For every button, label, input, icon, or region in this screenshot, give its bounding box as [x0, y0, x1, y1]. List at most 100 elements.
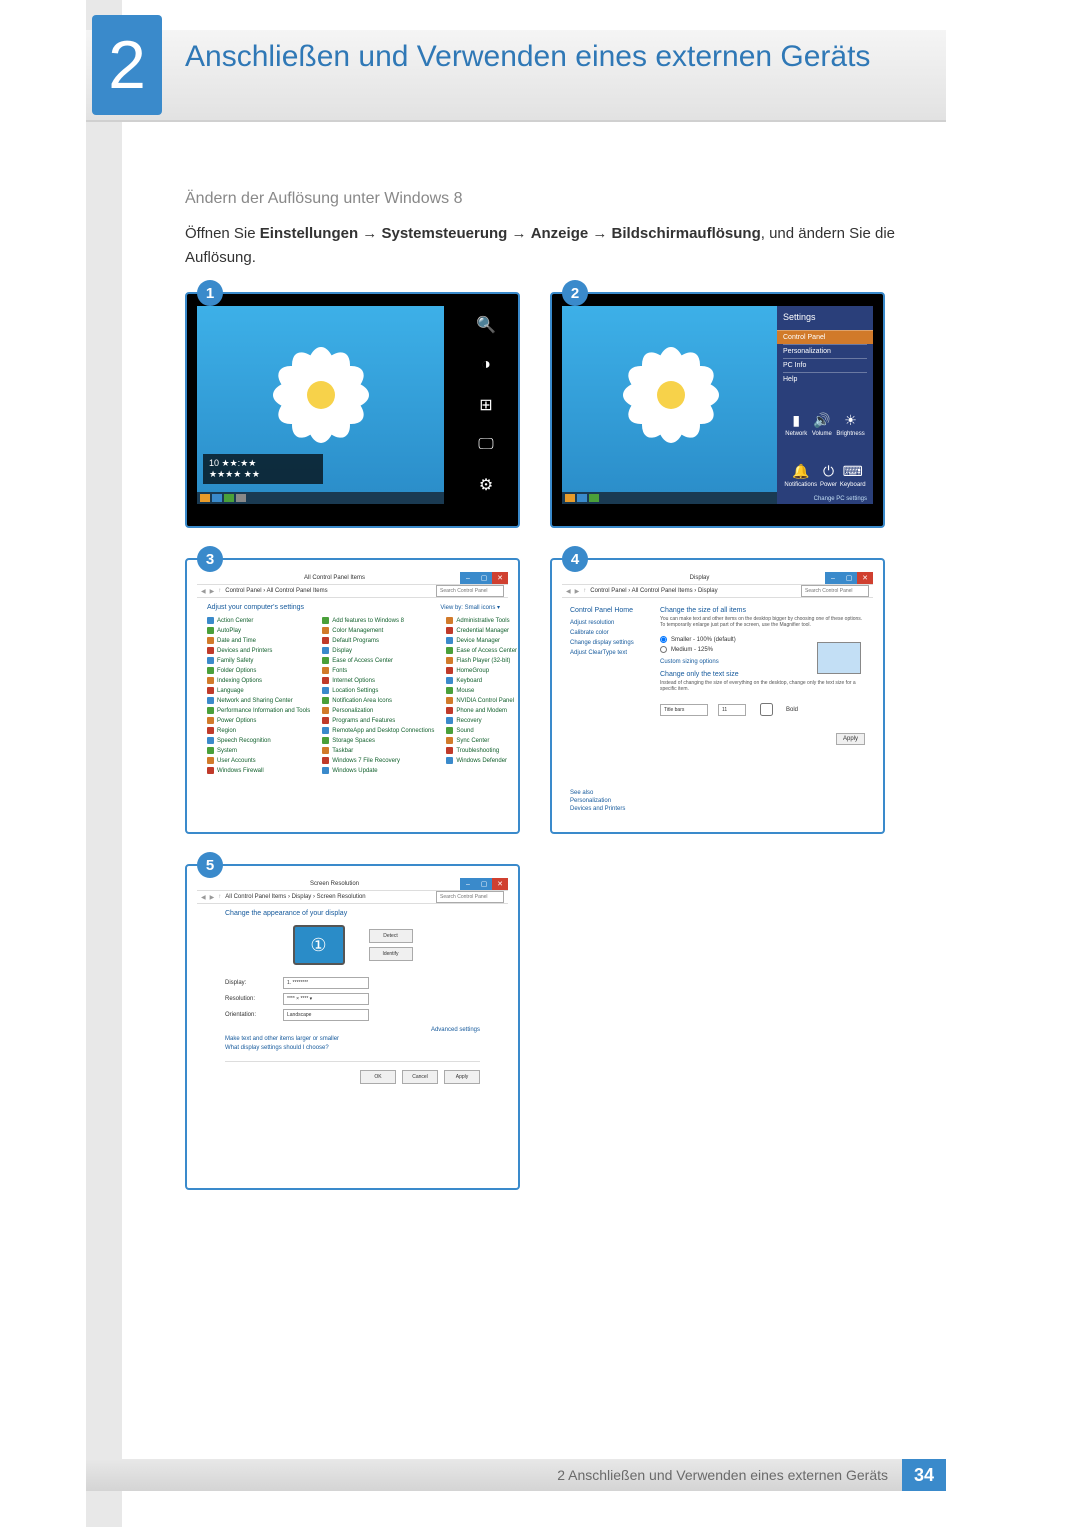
- cp-item[interactable]: Region: [207, 727, 310, 734]
- link-what-settings[interactable]: What display settings should I choose?: [225, 1045, 480, 1051]
- cp-item[interactable]: Mouse: [446, 687, 517, 694]
- see-also-devices[interactable]: Devices and Printers: [570, 806, 625, 812]
- cp-item[interactable]: System: [207, 747, 310, 754]
- cp-item[interactable]: Device Manager: [446, 637, 517, 644]
- maximize-button[interactable]: ▢: [841, 572, 857, 584]
- cp-item[interactable]: Fonts: [322, 667, 434, 674]
- cp-item[interactable]: Network and Sharing Center: [207, 697, 310, 704]
- cp-item[interactable]: Internet Options: [322, 677, 434, 684]
- cp-item[interactable]: Speech Recognition: [207, 737, 310, 744]
- breadcrumb[interactable]: Control Panel › All Control Panel Items: [225, 588, 327, 594]
- cp-item[interactable]: Recovery: [446, 717, 517, 724]
- taskbar-icon[interactable]: [589, 494, 599, 502]
- taskbar[interactable]: [197, 492, 444, 504]
- cp-item[interactable]: Storage Spaces: [322, 737, 434, 744]
- cp-item[interactable]: Folder Options: [207, 667, 310, 674]
- cp-item[interactable]: Taskbar: [322, 747, 434, 754]
- cp-item[interactable]: Sound: [446, 727, 517, 734]
- sidebar-adjust-resolution[interactable]: Adjust resolution: [570, 620, 648, 626]
- cp-item[interactable]: User Accounts: [207, 757, 310, 764]
- taskbar-explorer-icon[interactable]: [577, 494, 587, 502]
- settings-item-personalization[interactable]: Personalization: [783, 344, 867, 358]
- close-button[interactable]: ✕: [492, 878, 508, 890]
- cp-item[interactable]: Personalization: [322, 707, 434, 714]
- cp-item[interactable]: Troubleshooting: [446, 747, 517, 754]
- minimize-button[interactable]: –: [460, 878, 476, 890]
- resolution-select[interactable]: **** × **** ▾: [283, 993, 369, 1005]
- search-input[interactable]: [436, 585, 504, 597]
- cp-item[interactable]: Flash Player (32-bit): [446, 657, 517, 664]
- quick-power[interactable]: ⏻Power: [820, 463, 837, 488]
- quick-keyboard[interactable]: ⌨Keyboard: [840, 463, 866, 488]
- cp-item[interactable]: Add features to Windows 8: [322, 617, 434, 624]
- identify-button[interactable]: Identify: [369, 947, 413, 961]
- sidebar-change-display[interactable]: Change display settings: [570, 640, 648, 646]
- up-icon[interactable]: ↑: [218, 894, 221, 900]
- cp-item[interactable]: Location Settings: [322, 687, 434, 694]
- share-charm-icon[interactable]: ◑: [475, 354, 497, 376]
- see-also-personalization[interactable]: Personalization: [570, 798, 625, 804]
- cp-item[interactable]: Action Center: [207, 617, 310, 624]
- sidebar-calibrate-color[interactable]: Calibrate color: [570, 630, 648, 636]
- cp-item[interactable]: Indexing Options: [207, 677, 310, 684]
- cp-item[interactable]: Administrative Tools: [446, 617, 517, 624]
- bold-checkbox[interactable]: [760, 703, 773, 716]
- advanced-settings-link[interactable]: Advanced settings: [225, 1027, 480, 1033]
- taskbar-explorer-icon[interactable]: [212, 494, 222, 502]
- radio-input[interactable]: [660, 646, 667, 653]
- devices-charm-icon[interactable]: 🖵: [475, 434, 497, 456]
- cp-item[interactable]: Windows Update: [322, 767, 434, 774]
- cp-item[interactable]: Notification Area Icons: [322, 697, 434, 704]
- cp-item[interactable]: NVIDIA Control Panel: [446, 697, 517, 704]
- radio-input[interactable]: [660, 636, 667, 643]
- quick-brightness[interactable]: ☀Brightness: [836, 412, 864, 437]
- back-icon[interactable]: ◀: [566, 588, 571, 595]
- close-button[interactable]: ✕: [492, 572, 508, 584]
- search-charm-icon[interactable]: 🔍: [475, 314, 497, 336]
- maximize-button[interactable]: ▢: [476, 878, 492, 890]
- orientation-select[interactable]: Landscape: [283, 1009, 369, 1021]
- breadcrumb[interactable]: All Control Panel Items › Display › Scre…: [225, 894, 365, 900]
- taskbar[interactable]: [562, 492, 779, 504]
- cp-item[interactable]: Windows Defender: [446, 757, 517, 764]
- minimize-button[interactable]: –: [460, 572, 476, 584]
- minimize-button[interactable]: –: [825, 572, 841, 584]
- settings-charm-icon[interactable]: ⚙: [475, 474, 497, 496]
- monitor-icon[interactable]: ①: [293, 925, 345, 965]
- cp-item[interactable]: Keyboard: [446, 677, 517, 684]
- cp-item[interactable]: Credential Manager: [446, 627, 517, 634]
- taskbar-icon[interactable]: [224, 494, 234, 502]
- cp-item[interactable]: Display: [322, 647, 434, 654]
- taskbar-ie-icon[interactable]: [565, 494, 575, 502]
- search-input[interactable]: [801, 585, 869, 597]
- up-icon[interactable]: ↑: [583, 588, 586, 594]
- breadcrumb[interactable]: Control Panel › All Control Panel Items …: [590, 588, 717, 594]
- display-select[interactable]: 1. ********: [283, 977, 369, 989]
- quick-network[interactable]: ▮Network: [785, 412, 807, 437]
- cp-item[interactable]: Date and Time: [207, 637, 310, 644]
- item-select[interactable]: Title bars: [660, 704, 708, 716]
- detect-button[interactable]: Detect: [369, 929, 413, 943]
- close-button[interactable]: ✕: [857, 572, 873, 584]
- apply-button[interactable]: Apply: [836, 733, 865, 745]
- cp-item[interactable]: Windows 7 File Recovery: [322, 757, 434, 764]
- taskbar-ie-icon[interactable]: [200, 494, 210, 502]
- start-charm-icon[interactable]: ⊞: [475, 394, 497, 416]
- cp-item[interactable]: RemoteApp and Desktop Connections: [322, 727, 434, 734]
- back-icon[interactable]: ◀: [201, 894, 206, 901]
- cp-item[interactable]: AutoPlay: [207, 627, 310, 634]
- sidebar-home[interactable]: Control Panel Home: [570, 607, 648, 614]
- taskbar-icon[interactable]: [236, 494, 246, 502]
- cp-item[interactable]: Ease of Access Center: [322, 657, 434, 664]
- settings-item-pcinfo[interactable]: PC Info: [783, 358, 867, 372]
- change-pc-settings-link[interactable]: Change PC settings: [783, 496, 867, 502]
- quick-volume[interactable]: 🔊Volume: [812, 412, 832, 437]
- cp-item[interactable]: Programs and Features: [322, 717, 434, 724]
- apply-button[interactable]: Apply: [444, 1070, 480, 1084]
- cp-item[interactable]: Language: [207, 687, 310, 694]
- search-input[interactable]: [436, 891, 504, 903]
- settings-item-control-panel[interactable]: Control Panel: [777, 330, 873, 344]
- forward-icon[interactable]: ▶: [210, 588, 215, 595]
- size-select[interactable]: 11: [718, 704, 746, 716]
- cp-item[interactable]: Default Programs: [322, 637, 434, 644]
